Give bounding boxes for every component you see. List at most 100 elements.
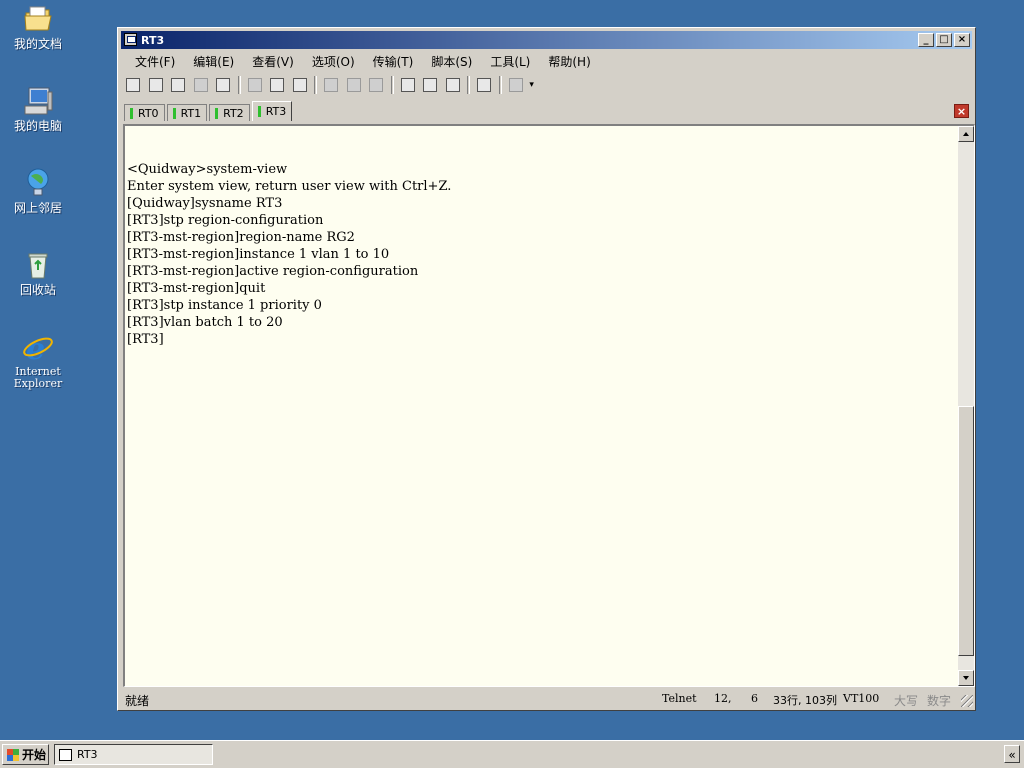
copy-button[interactable] — [246, 76, 264, 94]
terminal-line: [RT3]vlan batch 1 to 20 — [127, 315, 283, 330]
terminal-line: [RT3]stp region-configuration — [127, 213, 324, 228]
menu-tools[interactable]: 工具(L) — [481, 52, 539, 70]
taskbar-item-rt3[interactable]: RT3 — [54, 744, 213, 765]
desktop-icon-label: 我的文档 — [13, 37, 62, 51]
status-emulation: VT100 — [843, 692, 880, 705]
menu-options[interactable]: 选项(O) — [303, 52, 364, 70]
status-terminal-size: 33行, 103列 — [773, 694, 837, 707]
scroll-up-button[interactable] — [958, 126, 974, 142]
keymap-button[interactable] — [444, 76, 462, 94]
toolbar-separator — [498, 76, 502, 94]
desktop-icon-my-documents[interactable]: 我的文档 — [6, 2, 70, 51]
global-options-icon — [423, 78, 438, 92]
global-options-button[interactable] — [421, 76, 439, 94]
scroll-down-button[interactable] — [958, 670, 974, 686]
vertical-scrollbar[interactable] — [958, 126, 974, 686]
taskbar: 开始 RT3 « — [0, 740, 1024, 768]
maximize-button[interactable]: □ — [936, 33, 952, 47]
tab-rt2[interactable]: RT2 — [209, 104, 250, 121]
start-label: 开始 — [22, 748, 47, 762]
status-cursor-col: 6 — [751, 692, 758, 705]
status-ready: 就绪 — [125, 694, 150, 708]
desktop-icon-label: 我的电脑 — [13, 119, 62, 133]
windows-logo-icon — [7, 748, 19, 761]
taskbar-item-label: RT3 — [77, 748, 98, 761]
menu-file[interactable]: 文件(F) — [126, 52, 184, 70]
connected-indicator-icon — [257, 106, 261, 117]
desktop-icon-internet-explorer[interactable]: e Internet Explorer — [6, 330, 70, 390]
toolbar-separator — [467, 76, 471, 94]
start-button[interactable]: 开始 — [2, 744, 49, 765]
printer-icon — [369, 78, 384, 92]
print-button[interactable] — [322, 76, 340, 94]
tab-label: RT0 — [138, 106, 159, 120]
main-window: RT3 _ □ × 文件(F) 编辑(E) 查看(V) 选项(O) 传输(T) … — [117, 27, 976, 711]
menu-help[interactable]: 帮助(H) — [539, 52, 599, 70]
menu-bar: 文件(F) 编辑(E) 查看(V) 选项(O) 传输(T) 脚本(S) 工具(L… — [126, 52, 600, 70]
connected-indicator-icon — [130, 107, 133, 119]
menu-script[interactable]: 脚本(S) — [422, 52, 481, 70]
session-options-button[interactable] — [399, 76, 417, 94]
print-setup-button[interactable] — [367, 76, 385, 94]
find-button[interactable] — [291, 76, 309, 94]
desktop-icon-my-computer[interactable]: 我的电脑 — [6, 84, 70, 133]
window-title: RT3 — [141, 34, 165, 47]
connect-tab-icon — [171, 78, 186, 92]
sftp-icon — [508, 78, 523, 92]
terminal-line: [RT3-mst-region]instance 1 vlan 1 to 10 — [127, 247, 390, 262]
sftp-button[interactable] — [507, 76, 525, 94]
status-num-lock: 数字 — [927, 694, 952, 708]
app-window-icon — [59, 748, 72, 761]
terminal-output: <Quidway>system-view Enter system view, r… — [127, 144, 451, 382]
minimize-button[interactable]: _ — [918, 33, 934, 47]
paste-button[interactable] — [268, 76, 286, 94]
toolbar-overflow-button[interactable]: ▾ — [529, 76, 539, 94]
desktop-icon-recycle-bin[interactable]: 回收站 — [6, 248, 70, 297]
title-bar[interactable]: RT3 _ □ × — [121, 31, 972, 49]
tab-rt0[interactable]: RT0 — [124, 104, 165, 121]
menu-transfer[interactable]: 传输(T) — [364, 52, 423, 70]
reconnect-button[interactable] — [192, 76, 210, 94]
app-window-icon — [124, 33, 137, 46]
tab-label: RT2 — [223, 106, 244, 120]
close-tab-button[interactable]: × — [954, 104, 969, 118]
resize-grip[interactable] — [961, 695, 973, 707]
print-selection-button[interactable] — [345, 76, 363, 94]
terminal-line: [RT3-mst-region]region-name RG2 — [127, 230, 355, 245]
status-cursor-row: 12, — [714, 692, 732, 705]
tray-expand-button[interactable]: « — [1004, 745, 1020, 763]
desktop-icon-network[interactable]: 网上邻居 — [6, 166, 70, 215]
disconnect-button[interactable] — [214, 76, 232, 94]
network-icon — [21, 166, 55, 200]
toolbar-separator — [237, 76, 241, 94]
status-bar: 就绪 Telnet 12, 6 33行, 103列 VT100 大写 数字 — [123, 689, 975, 709]
recycle-bin-icon — [21, 248, 55, 282]
key-icon — [445, 78, 460, 92]
connect-button[interactable] — [124, 76, 142, 94]
terminal-line: [Quidway]sysname RT3 — [127, 196, 283, 211]
connect-icon — [126, 78, 140, 92]
quick-connect-button[interactable] — [147, 76, 165, 94]
print-selection-icon — [346, 78, 361, 92]
tab-rt1[interactable]: RT1 — [166, 104, 208, 121]
menu-edit[interactable]: 编辑(E) — [184, 52, 243, 70]
connected-indicator-icon — [215, 107, 219, 119]
tab-label: RT3 — [265, 105, 287, 118]
terminal-line: [RT3-mst-region]active region-configurat… — [127, 264, 419, 279]
terminal-area[interactable]: <Quidway>system-view Enter system view, r… — [123, 124, 975, 687]
chevron-down-icon: ▾ — [529, 80, 534, 90]
session-options-icon — [400, 78, 415, 92]
tab-rt3[interactable]: RT3 — [251, 101, 293, 121]
svg-text:e: e — [26, 332, 45, 364]
terminal-line: [RT3]stp instance 1 priority 0 — [127, 298, 322, 313]
quick-connect-icon — [148, 78, 163, 92]
scroll-thumb[interactable] — [958, 406, 974, 656]
session-tabs: RT0 RT1 RT2 RT3 — [124, 101, 294, 121]
close-button[interactable]: × — [954, 33, 970, 47]
menu-view[interactable]: 查看(V) — [243, 52, 303, 70]
terminal-line: <Quidway>system-view — [127, 162, 288, 177]
help-button[interactable] — [475, 76, 493, 94]
connect-tab-button[interactable] — [169, 76, 187, 94]
close-icon: × — [956, 105, 967, 118]
paste-icon — [270, 78, 285, 92]
